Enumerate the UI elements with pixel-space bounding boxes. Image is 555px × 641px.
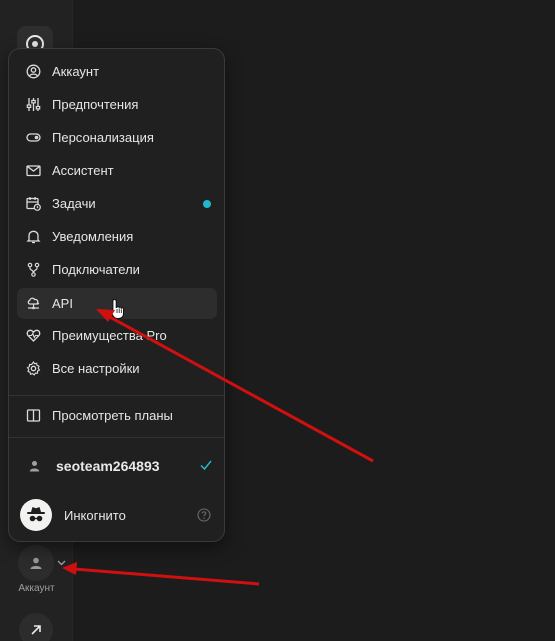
menu-item-label: API	[52, 296, 73, 311]
menu-item-assistant[interactable]: Ассистент	[17, 155, 217, 186]
menu-item-label: Уведомления	[52, 229, 134, 244]
menu-item-account[interactable]: Аккаунт	[17, 56, 217, 87]
user-icon	[29, 461, 40, 472]
menu-item-label: Предпочтения	[52, 97, 139, 112]
mail-icon	[26, 163, 41, 178]
menu-item-personalization[interactable]: Персонализация	[17, 122, 217, 153]
menu-item-tasks[interactable]: Задачи	[17, 188, 217, 219]
menu-item-label: Все настройки	[52, 361, 140, 376]
calendar-clock-icon	[26, 196, 41, 211]
menu-item-all-settings[interactable]: Все настройки	[17, 353, 217, 384]
gear-icon	[26, 361, 41, 376]
user-icon	[30, 557, 42, 569]
incognito-label: Инкогнито	[64, 507, 126, 523]
menu-item-preferences[interactable]: Предпочтения	[17, 89, 217, 120]
git-branch-icon	[26, 262, 41, 277]
profile-row[interactable]: seoteam264893	[17, 451, 217, 481]
menu-item-label: Ассистент	[52, 163, 114, 178]
divider	[9, 395, 224, 396]
menu-item-label: Просмотреть планы	[52, 408, 173, 423]
menu-item-pro-benefits[interactable]: Преимущества Pro	[17, 320, 217, 351]
menu-item-label: Преимущества Pro	[52, 328, 167, 343]
menu-item-label: Задачи	[52, 196, 96, 211]
check-icon	[200, 460, 212, 471]
chevron-down-icon[interactable]	[55, 557, 67, 569]
notification-dot	[203, 200, 211, 208]
help-icon[interactable]	[197, 508, 211, 522]
user-circle-icon	[26, 64, 41, 79]
expand-button[interactable]	[19, 613, 53, 641]
annotation-arrow	[62, 562, 260, 586]
divider	[9, 437, 224, 438]
toggle-icon	[26, 130, 41, 145]
account-caption: Аккаунт	[18, 583, 55, 594]
menu-item-label: Персонализация	[52, 130, 154, 145]
menu-item-notifications[interactable]: Уведомления	[17, 221, 217, 252]
profile-name: seoteam264893	[56, 458, 160, 474]
sliders-icon	[26, 97, 41, 112]
bell-icon	[26, 229, 41, 244]
incognito-row[interactable]: Инкогнито	[17, 498, 217, 532]
menu-item-connectors[interactable]: Подключатели	[17, 254, 217, 285]
incognito-icon	[27, 507, 45, 522]
hand-cursor-icon	[110, 298, 124, 319]
menu-item-label: Подключатели	[52, 262, 140, 277]
account-button[interactable]	[18, 545, 54, 581]
heart-pulse-icon	[26, 328, 41, 343]
menu-item-view-plans[interactable]: Просмотреть планы	[17, 400, 217, 431]
cloud-network-icon	[26, 296, 41, 311]
book-open-icon	[26, 408, 41, 423]
arrow-up-right-icon	[31, 625, 41, 635]
incognito-avatar	[20, 499, 52, 531]
menu-item-label: Аккаунт	[52, 64, 100, 79]
account-menu: Аккаунт Предпочтения Персонализация Асси…	[8, 48, 225, 542]
